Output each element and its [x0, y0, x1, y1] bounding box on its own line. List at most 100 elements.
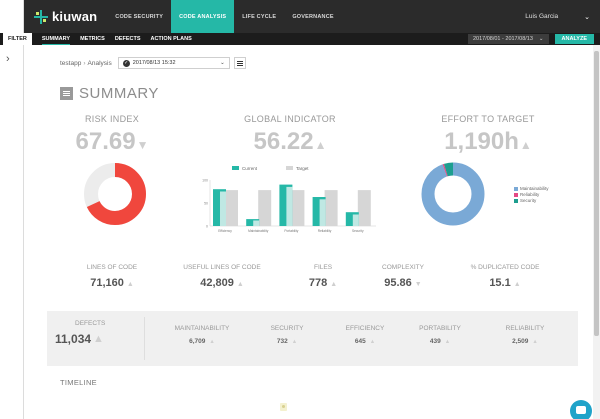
- defects-security[interactable]: SECURITY 732 ▲: [257, 325, 317, 345]
- kiuwan-logo-icon: [34, 9, 48, 24]
- metric-value: 15.1: [489, 277, 511, 289]
- metric-value: 42,809: [200, 277, 234, 289]
- risk-index-value-row: 67.69▼: [62, 128, 162, 156]
- app-frame: › kiuwan CODE SECURITY CODE ANALYSIS LIF…: [0, 0, 600, 419]
- trend-up-icon: ▲: [532, 339, 538, 345]
- metric-label: % DUPLICATED CODE: [470, 264, 540, 271]
- hamburger-menu-icon[interactable]: [233, 57, 246, 69]
- legend-item-maintainability: Maintainability: [514, 186, 549, 191]
- metric-value-row: 71,160 ▲: [62, 277, 162, 289]
- defects-char-value-row: 645 ▲: [330, 338, 400, 345]
- filter-button[interactable]: FILTER: [3, 33, 32, 49]
- nav-code-analysis[interactable]: CODE ANALYSIS: [171, 0, 235, 33]
- bar-target: [357, 190, 371, 226]
- trend-up-icon: ▲: [314, 138, 327, 152]
- effort-to-target-kpi: EFFORT TO TARGET 1,190h▲: [428, 114, 548, 156]
- x-tick-label: Maintainability: [248, 229, 269, 233]
- metric-lines-of-code: LINES OF CODE 71,160 ▲: [62, 264, 162, 289]
- metric-files: FILES 778 ▲: [283, 264, 363, 289]
- analysis-date: 2017/08/13 15:32: [132, 60, 176, 66]
- bar-overlay: [319, 199, 326, 226]
- left-panel-toggle[interactable]: ›: [0, 0, 24, 419]
- breadcrumb: testapp › Analysis ✓ 2017/08/13 15:32 ⌄: [60, 57, 246, 69]
- breadcrumb-app[interactable]: testapp: [60, 60, 81, 67]
- chevron-right-icon[interactable]: ›: [6, 53, 10, 65]
- analysis-select[interactable]: ✓ 2017/08/13 15:32 ⌄: [117, 57, 230, 69]
- chevron-down-icon[interactable]: ⌄: [584, 13, 590, 21]
- defects-portability[interactable]: PORTABILITY 439 ▲: [400, 325, 480, 345]
- trend-up-icon: ▲: [236, 281, 244, 288]
- x-tick-label: Portability: [284, 229, 298, 233]
- chevron-down-icon: ⌄: [220, 60, 225, 66]
- metric-value: 71,160: [90, 277, 124, 289]
- analyze-button[interactable]: ANALYZE: [554, 34, 594, 44]
- bar-overlay: [352, 214, 359, 226]
- sub-navigation-bar: FILTER SUMMARY METRICS DEFECTS ACTION PL…: [0, 33, 600, 49]
- trend-up-icon: ▲: [519, 138, 532, 152]
- defects-char-label: PORTABILITY: [419, 325, 461, 332]
- global-indicator-bar-chart: Current Target 0 50 100 Efficiency Maintainabi…: [202, 166, 376, 233]
- check-circle-icon: ✓: [122, 59, 130, 67]
- tab-metrics[interactable]: METRICS: [80, 34, 105, 44]
- divider: [144, 317, 145, 360]
- effort-to-target-value: 1,190h: [444, 128, 519, 155]
- chat-icon[interactable]: [570, 400, 592, 419]
- breadcrumb-separator: ›: [83, 59, 86, 67]
- nav-life-cycle[interactable]: LIFE CYCLE: [234, 0, 284, 33]
- legend-swatch-target: [286, 166, 293, 170]
- defects-char-label: RELIABILITY: [505, 325, 545, 332]
- y-tick-label: 100: [202, 179, 208, 183]
- trend-down-icon: ▼: [136, 138, 149, 152]
- logo[interactable]: kiuwan: [34, 9, 97, 24]
- global-indicator-value-row: 56.22▲: [232, 128, 348, 156]
- tab-summary[interactable]: SUMMARY: [41, 34, 71, 45]
- defects-char-value-row: 6,709 ▲: [147, 338, 257, 345]
- global-indicator-value: 56.22: [253, 128, 314, 155]
- defects-char-label: EFFICIENCY: [345, 325, 385, 332]
- trend-up-icon: ▲: [209, 339, 215, 345]
- tab-action-plans[interactable]: ACTION PLANS: [150, 34, 191, 44]
- risk-index-kpi: RISK INDEX 67.69▼: [62, 114, 162, 156]
- defects-char-value: 439: [429, 338, 441, 345]
- defects-efficiency[interactable]: EFFICIENCY 645 ▲: [330, 325, 400, 345]
- scrollbar-thumb[interactable]: [594, 51, 599, 336]
- defects-char-value: 645: [354, 338, 366, 345]
- nav-governance[interactable]: GOVERNANCE: [284, 0, 341, 33]
- timeline-point[interactable]: [280, 403, 287, 411]
- risk-index-label: RISK INDEX: [84, 114, 139, 124]
- defects-value: 11,034: [55, 332, 92, 346]
- trend-up-icon: ▲: [126, 281, 134, 288]
- trend-up-icon: ▲: [93, 333, 104, 345]
- trend-up-icon: ▲: [513, 281, 521, 288]
- logo-text: kiuwan: [52, 9, 98, 24]
- summary-heading: SUMMARY: [60, 85, 159, 102]
- defects-value-row: 11,034 ▲: [55, 332, 105, 346]
- legend-item-security: Security: [514, 198, 549, 203]
- user-menu[interactable]: Luis Garcia ⌄: [525, 13, 600, 21]
- date-range-select[interactable]: 2017/08/01 - 2017/08/13 ⌄: [467, 34, 549, 44]
- summary-icon: [60, 87, 73, 100]
- breadcrumb-section: Analysis: [87, 59, 112, 67]
- nav-code-security[interactable]: CODE SECURITY: [107, 0, 171, 33]
- defects-maintainability[interactable]: MAINTAINABILITY 6,709 ▲: [147, 325, 257, 345]
- scrollbar[interactable]: [593, 45, 600, 419]
- defects-total[interactable]: DEFECTS 11,034 ▲: [55, 320, 105, 346]
- legend-label-current: Current: [242, 166, 258, 171]
- defects-char-value: 6,709: [189, 338, 206, 345]
- defects-reliability[interactable]: RELIABILITY 2,509 ▲: [490, 325, 560, 345]
- metric-label: FILES: [313, 264, 333, 271]
- metric-value-row: 778 ▲: [283, 277, 363, 289]
- metric-useful-lines-of-code: USEFUL LINES OF CODE 42,809 ▲: [172, 264, 272, 289]
- y-tick-label: 0: [206, 225, 208, 229]
- trend-up-icon: ▲: [444, 339, 451, 345]
- trend-up-icon: ▲: [291, 339, 298, 345]
- defects-char-value-row: 732 ▲: [257, 338, 317, 345]
- risk-index-value: 67.69: [75, 128, 136, 155]
- legend-swatch-current: [232, 166, 239, 170]
- effort-to-target-value-row: 1,190h▲: [428, 128, 548, 156]
- tab-defects[interactable]: DEFECTS: [115, 34, 141, 44]
- bar-target: [258, 190, 272, 226]
- top-navigation-bar: kiuwan CODE SECURITY CODE ANALYSIS LIFE …: [24, 0, 600, 33]
- defects-panel: DEFECTS 11,034 ▲ MAINTAINABILITY 6,709 ▲ S…: [47, 311, 578, 366]
- metric-label: LINES OF CODE: [86, 264, 138, 271]
